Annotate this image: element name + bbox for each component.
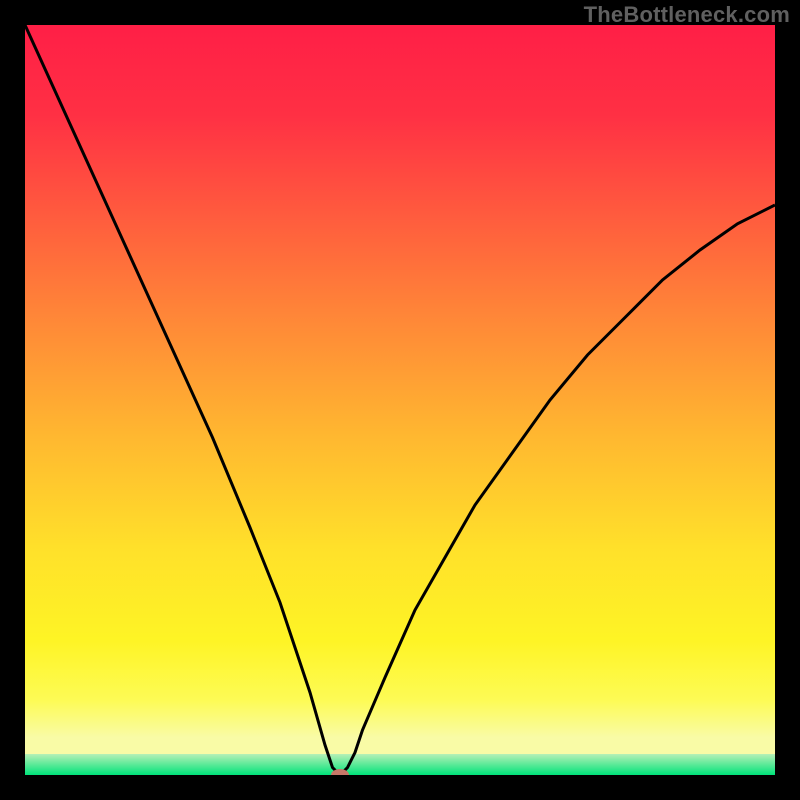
bottleneck-curve	[25, 25, 775, 775]
min-marker	[331, 769, 349, 775]
chart-frame: TheBottleneck.com	[0, 0, 800, 800]
curve-svg	[25, 25, 775, 775]
brand-watermark: TheBottleneck.com	[584, 2, 790, 28]
plot-area	[25, 25, 775, 775]
